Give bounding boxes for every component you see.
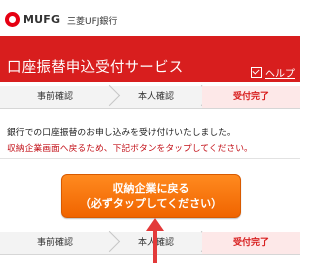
step-1: 事前確認 bbox=[36, 238, 73, 248]
mufg-logo-icon bbox=[5, 12, 20, 27]
pointer-arrow-shaft bbox=[153, 230, 157, 263]
step-3-current: 受付完了 bbox=[202, 86, 300, 108]
step-indicator-top: 事前確認 本人確認 受付完了 bbox=[0, 84, 300, 109]
button-label-line1: 収納企業に戻る bbox=[112, 182, 190, 195]
step-1: 事前確認 bbox=[36, 92, 73, 102]
help-link[interactable]: ヘルプ bbox=[251, 65, 295, 80]
help-label: ヘルプ bbox=[265, 68, 295, 80]
bank-name: 三菱UFJ銀行 bbox=[67, 17, 118, 27]
page-title: 口座振替申込受付サービス bbox=[7, 60, 184, 76]
step-indicator-bottom: 事前確認 本人確認 受付完了 bbox=[0, 230, 300, 255]
brand-bar: MUFG 三菱UFJ銀行 bbox=[0, 0, 300, 36]
return-to-merchant-button[interactable]: 収納企業に戻る （必ずタップしてください） bbox=[61, 174, 241, 218]
completion-message: 銀行での口座振替のお申し込みを受け付けいたしました。 bbox=[7, 128, 236, 138]
logo-text: MUFG bbox=[23, 13, 61, 26]
step-3-current: 受付完了 bbox=[202, 232, 300, 254]
external-link-icon bbox=[251, 66, 262, 78]
button-label-line2: （必ずタップしてください） bbox=[79, 197, 223, 210]
divider bbox=[0, 158, 300, 159]
step-2: 本人確認 bbox=[137, 92, 174, 102]
instruction-message: 収納企業画面へ戻るため、下記ボタンをタップしてください。 bbox=[7, 144, 253, 154]
